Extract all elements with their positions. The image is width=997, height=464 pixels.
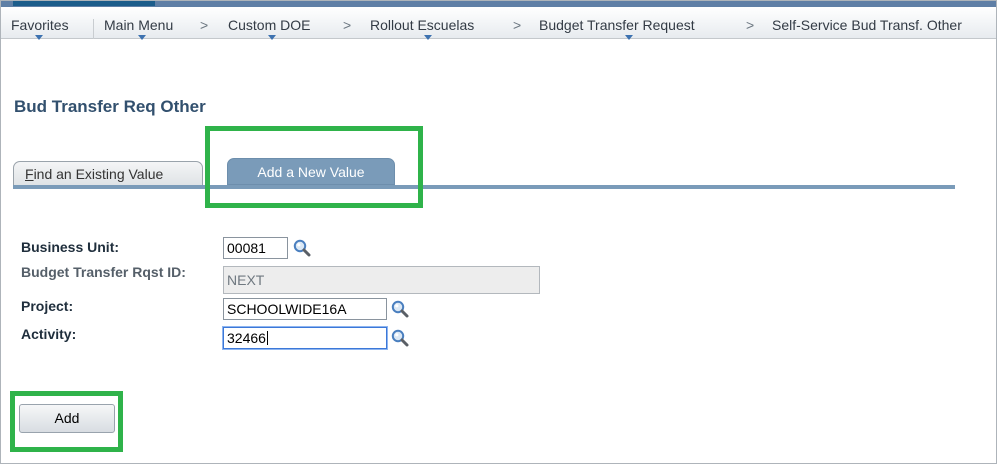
chevron-down-icon xyxy=(424,35,432,40)
request-id-label: Budget Transfer Rqst ID: xyxy=(21,264,186,280)
text-cursor xyxy=(266,331,268,345)
breadcrumb-separator: > xyxy=(513,17,522,33)
breadcrumb-label: Custom DOE xyxy=(228,17,311,33)
breadcrumb-separator: > xyxy=(200,17,209,33)
top-banner-tab xyxy=(13,1,155,6)
chevron-down-icon xyxy=(35,35,43,40)
magnifier-icon[interactable] xyxy=(292,238,312,258)
activity-input[interactable]: 32466 xyxy=(223,327,387,349)
breadcrumb-separator: > xyxy=(343,17,352,33)
chevron-down-icon xyxy=(138,35,146,40)
breadcrumb-label: Self-Service Bud Transf. Other xyxy=(772,17,962,33)
add-button[interactable]: Add xyxy=(19,404,115,433)
magnifier-icon[interactable] xyxy=(390,299,410,319)
request-id-field: NEXT xyxy=(223,266,540,294)
project-input[interactable]: SCHOOLWIDE16A xyxy=(223,298,387,320)
magnifier-icon[interactable] xyxy=(390,328,410,348)
breadcrumb-label: Favorites xyxy=(11,17,69,33)
activity-label: Activity: xyxy=(21,326,77,342)
breadcrumb-label: Budget Transfer Request xyxy=(539,17,695,33)
breadcrumb-label: Rollout Escuelas xyxy=(370,17,475,33)
breadcrumb-item-main-menu[interactable]: Main Menu xyxy=(104,17,174,40)
chevron-down-icon xyxy=(625,35,633,40)
highlight-box-tab xyxy=(205,126,423,208)
activity-value: 32466 xyxy=(227,330,266,346)
breadcrumb-label: Main Menu xyxy=(104,17,174,33)
breadcrumb-item-budget-transfer-request[interactable]: Budget Transfer Request xyxy=(539,17,695,40)
breadcrumb-divider xyxy=(93,19,94,39)
breadcrumb-item-favorites[interactable]: Favorites xyxy=(11,17,69,40)
breadcrumb-item-self-service[interactable]: Self-Service Bud Transf. Other xyxy=(772,17,962,33)
business-unit-label: Business Unit: xyxy=(21,239,120,255)
app-window: Favorites Main Menu > Custom DOE > Rollo… xyxy=(0,0,997,464)
breadcrumb-separator: > xyxy=(746,17,755,33)
tab-find-existing-value[interactable]: Find an Existing Value xyxy=(13,161,203,185)
breadcrumb: Favorites Main Menu > Custom DOE > Rollo… xyxy=(1,7,996,40)
chevron-down-icon xyxy=(268,35,276,40)
breadcrumb-item-custom-doe[interactable]: Custom DOE xyxy=(228,17,311,40)
project-label: Project: xyxy=(21,298,74,314)
tab-label: ind an Existing Value xyxy=(33,166,164,182)
breadcrumb-item-rollout-escuelas[interactable]: Rollout Escuelas xyxy=(370,17,475,40)
business-unit-input[interactable]: 00081 xyxy=(223,237,288,259)
page-title: Bud Transfer Req Other xyxy=(14,97,206,116)
tab-hotkey: F xyxy=(25,166,34,182)
tab-underline xyxy=(13,185,955,189)
